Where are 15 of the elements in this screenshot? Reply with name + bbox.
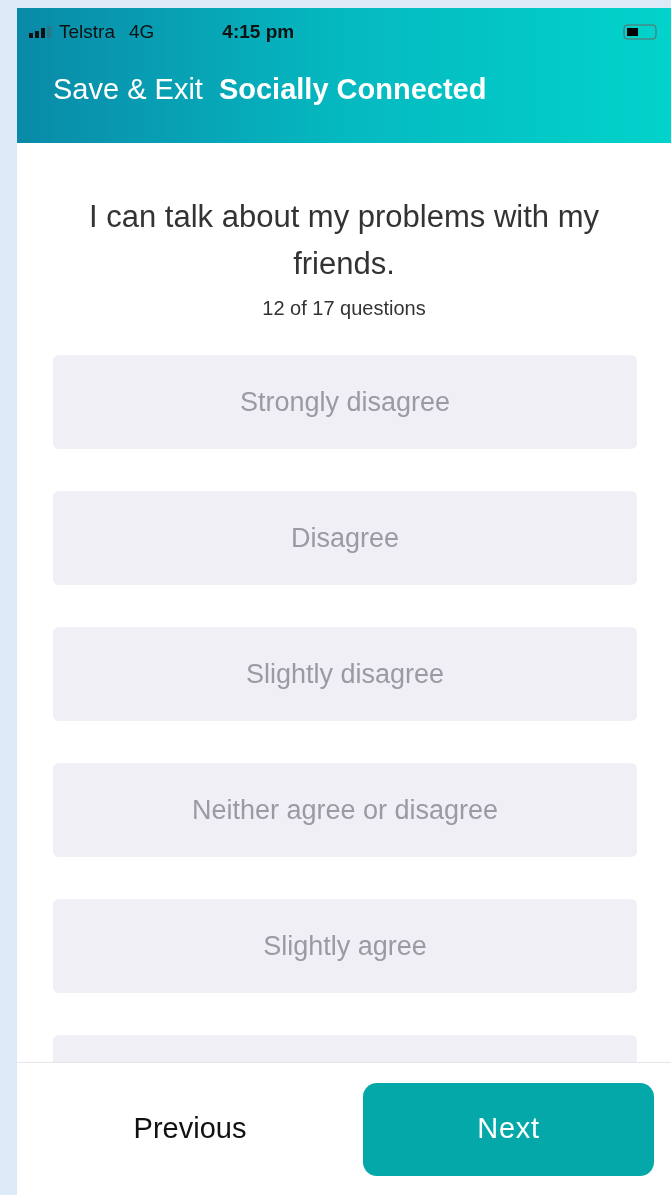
answer-option[interactable]: Disagree (53, 491, 637, 585)
answer-option[interactable]: Slightly disagree (53, 627, 637, 721)
network-type: 4G (128, 19, 155, 44)
question-text: I can talk about my problems with my friends. (88, 198, 600, 283)
signal-icon (29, 26, 53, 38)
carrier-name: Telstra (59, 19, 115, 44)
save-exit-link[interactable]: Save & Exit (53, 68, 203, 112)
answer-option[interactable]: Neither agree or disagree (53, 763, 637, 857)
next-button[interactable]: Next (363, 1082, 654, 1176)
status-time: 4:15 pm (222, 19, 295, 44)
screen-title: Socially Connected (218, 72, 487, 107)
previous-button[interactable]: Previous (17, 1082, 363, 1176)
battery-icon (623, 24, 659, 40)
answer-option[interactable]: Slightly agree (53, 899, 637, 993)
answer-option[interactable]: Strongly disagree (53, 355, 637, 449)
